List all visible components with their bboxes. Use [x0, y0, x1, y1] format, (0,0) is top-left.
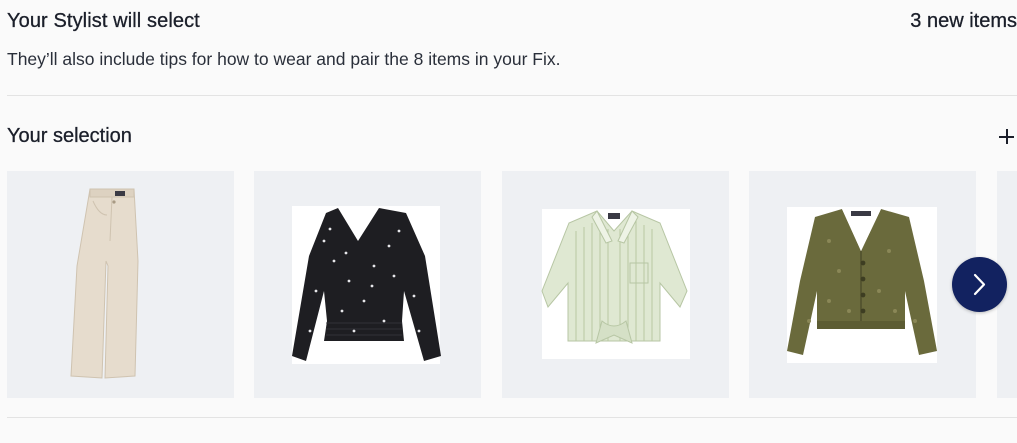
new-items-count: 3 new items: [910, 10, 1017, 32]
flare-pants-image: [70, 188, 139, 379]
product-card-striped-shirt[interactable]: [502, 171, 729, 398]
stylist-title: Your Stylist will select: [7, 10, 200, 32]
product-card-cardigan[interactable]: [749, 171, 976, 398]
stylist-description: They’ll also include tips for how to wea…: [7, 49, 561, 69]
selection-title: Your selection: [7, 125, 132, 147]
product-card-floral-blouse[interactable]: [254, 171, 481, 398]
stylist-header: Your Stylist will select 3 new items: [7, 10, 1017, 36]
striped-shirt-image: [541, 209, 690, 359]
divider: [7, 417, 1017, 418]
chevron-right-icon[interactable]: [952, 257, 1007, 312]
plus-icon[interactable]: [996, 127, 1016, 147]
floral-blouse-image: [292, 206, 441, 364]
fix-selection-page: Your Stylist will select 3 new items The…: [0, 0, 1017, 443]
cardigan-image: [787, 207, 937, 363]
divider: [7, 95, 1017, 96]
product-card-flare-pants[interactable]: [7, 171, 234, 398]
selection-carousel: [7, 171, 1017, 398]
